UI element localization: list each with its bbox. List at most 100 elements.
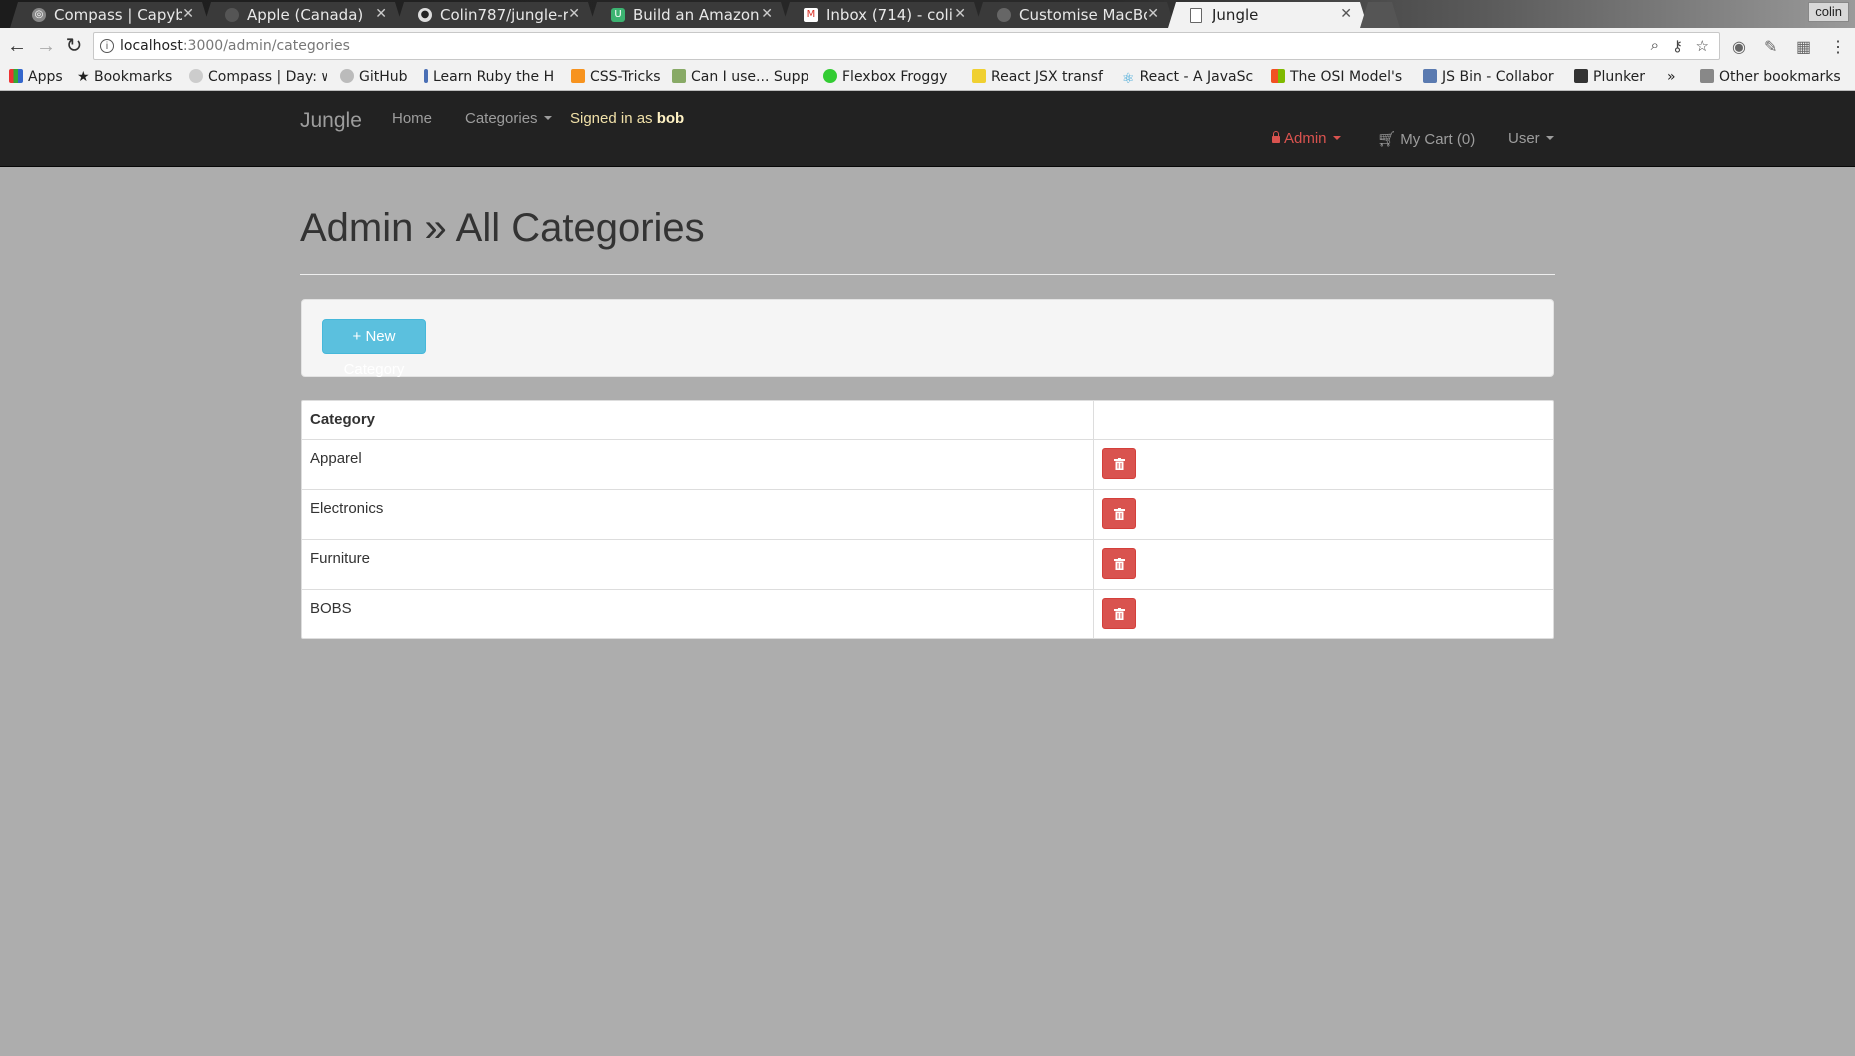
star-bookmark-icon[interactable]: ☆ [1696,37,1709,55]
frog-icon [823,69,837,83]
key-icon[interactable]: ⚷ [1672,37,1683,55]
browser-tab[interactable]: Customise MacBoo ✕ [975,2,1175,28]
bookmark-item[interactable]: Learn Ruby the H [424,68,556,88]
bookmark-label: Compass | Day: w [208,69,327,85]
signed-in-text: Signed in as bob [570,110,684,127]
tab-close-icon[interactable]: ✕ [1147,6,1159,22]
nav-categories-label: Categories [465,110,538,127]
bookmark-apps[interactable]: Apps [9,68,69,88]
browser-tab-title: Apple (Canada) [247,6,364,24]
browser-tab[interactable]: ● Colin787/jungle-ra ✕ [396,2,596,28]
github-icon [340,69,354,83]
bookmark-label: Flexbox Froggy [842,69,948,85]
table-row: Apparel [302,439,1553,489]
trash-icon [1114,458,1125,470]
profile-name[interactable]: colin [1808,2,1849,22]
bookmark-item[interactable]: Can I use... Supp [672,68,808,88]
tab-close-icon[interactable]: ✕ [761,6,773,22]
trash-icon [1114,608,1125,620]
tab-close-icon[interactable]: ✕ [375,6,387,22]
nav-home[interactable]: Home [392,110,432,127]
nav-cart-label: My Cart (0) [1400,131,1476,148]
apps-grid-icon [9,69,23,83]
shopping-cart-icon: 🛒︎ [1377,131,1397,148]
bookmark-item[interactable]: The OSI Model's [1271,68,1405,88]
bookmark-item[interactable]: Compass | Day: w [189,68,327,88]
gmail-favicon-icon: M [804,8,818,22]
bookmark-item[interactable]: React JSX transf [972,68,1107,88]
other-bookmarks[interactable]: Other bookmarks [1700,68,1850,88]
url-path: :3000/admin/categories [182,38,350,54]
plunker-icon [1574,69,1588,83]
bookmark-label: CSS-Tricks [590,69,661,85]
grid-extension-icon[interactable]: ▦ [1796,37,1811,57]
address-bar[interactable]: i localhost:3000/admin/categories ⌕ ⚷ ☆ [93,32,1720,60]
nav-user-dropdown[interactable]: User [1508,130,1554,147]
browser-tab-title: Build an Amazon cl [633,6,760,24]
tab-close-icon[interactable]: ✕ [954,6,966,22]
signed-in-user: bob [656,110,685,127]
delete-button[interactable] [1102,598,1136,629]
column-header-category: Category [310,411,376,428]
browser-tab[interactable]: U Build an Amazon cl ✕ [589,2,789,28]
react-icon: ⚛ [1122,71,1135,87]
browser-tab-active[interactable]: Jungle ✕ [1168,2,1368,28]
bookmark-item[interactable]: Flexbox Froggy [823,68,953,88]
css-tricks-icon [571,69,585,83]
zoom-icon[interactable]: ⌕ [1651,37,1659,54]
nav-admin-dropdown[interactable]: Admin [1272,130,1341,147]
delete-button[interactable] [1102,498,1136,529]
page-favicon-icon [1190,8,1202,23]
browser-tab[interactable]: M Inbox (714) - colinp ✕ [782,2,982,28]
table-row: Electronics [302,489,1553,539]
nav-cart[interactable]: 🛒︎ My Cart (0) [1377,130,1475,148]
category-name: Electronics [310,500,384,517]
extension-icon[interactable]: ◉ [1732,37,1746,57]
actions-well: + New Category [301,299,1554,378]
delete-button[interactable] [1102,548,1136,579]
bookmark-label: Plunker [1593,69,1646,85]
bookmark-label: JS Bin - Collabor [1442,69,1554,85]
bookmark-label: Other bookmarks [1719,69,1841,85]
site-info-icon[interactable]: i [100,39,114,53]
browser-tab[interactable]: ◎ Compass | Capybar ✕ [10,2,210,28]
new-category-button[interactable]: + New Category [322,319,426,378]
new-tab-button[interactable] [1360,2,1400,28]
browser-toolbar: ← → ↻ i localhost:3000/admin/categories … [0,28,1855,65]
bookmark-label: Apps [28,69,63,85]
forward-arrow-icon[interactable]: → [34,34,58,58]
nav-admin-label: Admin [1284,130,1327,147]
caret-down-icon [1332,136,1341,140]
bookmark-bookmarks[interactable]: ★ Bookmarks [77,68,182,88]
categories-table: Category Apparel Electronics Furniture B… [301,400,1554,639]
back-arrow-icon[interactable]: ← [5,34,29,58]
menu-kebab-icon[interactable]: ⋮ [1830,37,1846,57]
caret-down-icon [1545,136,1554,140]
github-favicon-icon: ● [418,8,432,22]
app-navbar: Jungle Home Categories Signed in as bob … [0,91,1855,167]
browser-tab[interactable]: Apple (Canada) ✕ [203,2,403,28]
browser-tab-title: Jungle [1212,6,1259,24]
caret-down-icon [543,116,552,120]
bookmark-item[interactable]: ⚛ React - A JavaScr [1122,68,1254,88]
brand-link[interactable]: Jungle [300,109,362,133]
folder-icon [1700,69,1714,83]
browser-tab-title: Compass | Capybar [54,6,182,24]
tab-close-icon[interactable]: ✕ [568,6,580,22]
bookmark-item[interactable]: Plunker [1574,68,1654,88]
tab-close-icon[interactable]: ✕ [182,6,194,22]
book-icon [424,69,428,83]
nav-categories-dropdown[interactable]: Categories [465,110,552,127]
bookmark-item[interactable]: JS Bin - Collabor [1423,68,1556,88]
bookmarks-overflow[interactable]: » [1667,68,1683,88]
bookmark-item[interactable]: CSS-Tricks [571,68,666,88]
microsoft-icon [1271,69,1285,83]
tab-close-icon[interactable]: ✕ [1340,6,1352,22]
bookmark-item[interactable]: GitHub [340,68,420,88]
category-name: Apparel [310,450,362,467]
page-title: Admin » All Categories [300,206,705,250]
delete-button[interactable] [1102,448,1136,479]
compass-favicon-icon: ◎ [32,8,46,22]
pen-extension-icon[interactable]: ✎ [1764,37,1777,57]
reload-icon[interactable]: ↻ [62,34,86,58]
